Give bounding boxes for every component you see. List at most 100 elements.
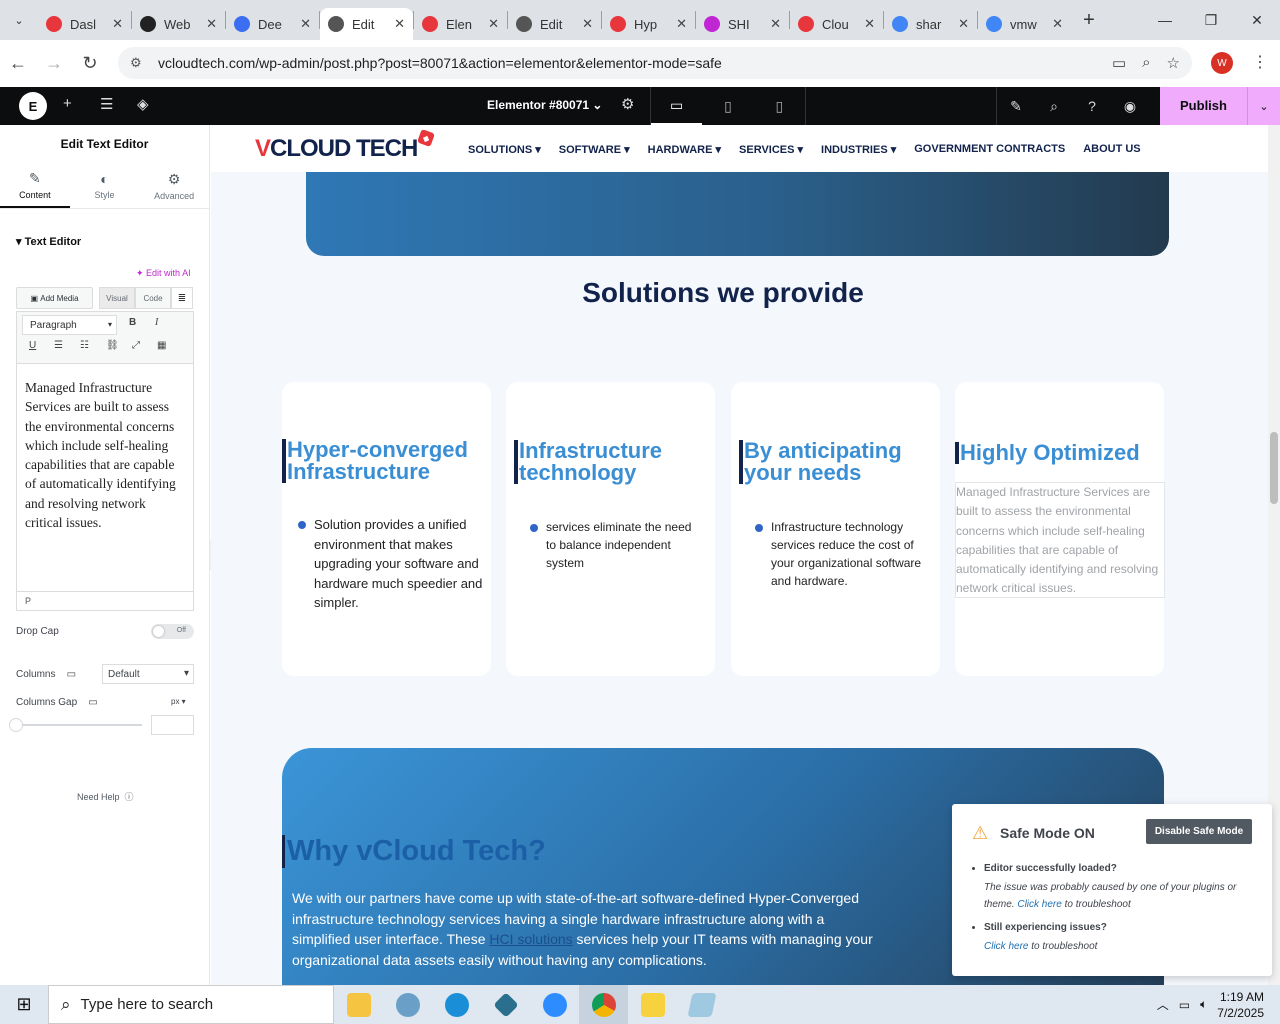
tab-search-button[interactable]: ⌄: [0, 0, 38, 40]
tab-close-icon[interactable]: ✕: [1052, 16, 1063, 32]
nav-industries[interactable]: INDUSTRIES ▾: [821, 143, 896, 156]
scrollbar-thumb[interactable]: [1270, 432, 1278, 504]
browser-tab[interactable]: SHI ✕: [696, 8, 789, 40]
troubleshoot-link[interactable]: Click here: [1017, 899, 1061, 910]
app-icon[interactable]: [677, 985, 726, 1024]
format-select[interactable]: Paragraph: [22, 315, 117, 335]
toolbar-more-icon[interactable]: ▦: [157, 340, 166, 351]
browser-tab[interactable]: Elen ✕: [414, 8, 507, 40]
browser-tab[interactable]: vmw ✕: [978, 8, 1071, 40]
app-icon[interactable]: [481, 985, 530, 1024]
document-title[interactable]: Elementor #80071 ⌄: [487, 98, 602, 112]
new-tab-button[interactable]: +: [1071, 9, 1107, 32]
browser-tab[interactable]: Edit ✕: [320, 8, 413, 40]
section-toggle-text-editor[interactable]: ▾ Text Editor: [16, 235, 81, 248]
page-settings-icon[interactable]: ⚙: [621, 95, 634, 113]
browser-tab[interactable]: Hyp ✕: [602, 8, 695, 40]
finder-search-icon[interactable]: ⌕: [1035, 87, 1073, 125]
start-button[interactable]: ⊞: [0, 985, 48, 1024]
tab-close-icon[interactable]: ✕: [958, 16, 969, 32]
zoom-icon[interactable]: [530, 985, 579, 1024]
add-element-icon[interactable]: +: [63, 95, 72, 112]
bookmark-star-icon[interactable]: ☆: [1167, 54, 1180, 72]
solution-card[interactable]: By anticipating your needs Infrastructur…: [731, 382, 940, 676]
underline-icon[interactable]: U: [29, 340, 36, 351]
tab-content[interactable]: ✎ Content: [0, 163, 70, 208]
nav-hardware[interactable]: HARDWARE ▾: [648, 143, 721, 156]
volume-icon[interactable]: 🔈︎: [1200, 997, 1207, 1012]
site-settings-icon[interactable]: ☰: [100, 95, 113, 113]
solution-card[interactable]: Highly Optimized Managed Infrastructure …: [955, 382, 1165, 676]
disable-safe-mode-button[interactable]: Disable Safe Mode: [1146, 819, 1252, 844]
hci-solutions-link[interactable]: HCI solutions: [489, 931, 572, 947]
selected-text-editor-widget[interactable]: Managed Infrastructure Services are buil…: [955, 482, 1165, 598]
tab-close-icon[interactable]: ✕: [770, 16, 781, 32]
tab-close-icon[interactable]: ✕: [206, 16, 217, 32]
cast-icon[interactable]: ▭: [1112, 54, 1126, 72]
help-icon[interactable]: ?: [1073, 87, 1111, 125]
unit-select[interactable]: px ▾: [171, 697, 186, 706]
need-help-link[interactable]: Need Help ⓘ: [77, 790, 134, 803]
restore-button[interactable]: ❐: [1188, 0, 1234, 40]
tab-close-icon[interactable]: ✕: [488, 16, 499, 32]
structure-icon[interactable]: ◈: [137, 95, 149, 113]
troubleshoot-link[interactable]: Click here: [984, 941, 1028, 952]
file-explorer-icon[interactable]: [334, 985, 383, 1024]
tab-close-icon[interactable]: ✕: [112, 16, 123, 32]
code-tab[interactable]: Code: [135, 287, 171, 309]
columns-select[interactable]: Default: [102, 664, 194, 684]
publish-button[interactable]: Publish: [1160, 87, 1248, 125]
elementor-logo-icon[interactable]: E: [19, 92, 47, 120]
url-bar[interactable]: ⚙ vcloudtech.com/wp-admin/post.php?post=…: [118, 47, 1192, 79]
taskbar-search[interactable]: ⌕ Type here to search: [48, 985, 334, 1024]
nav-services[interactable]: SERVICES ▾: [739, 143, 803, 156]
publish-options-chevron-icon[interactable]: ⌄: [1248, 100, 1280, 113]
forward-button[interactable]: →: [36, 53, 72, 74]
solution-card[interactable]: Hyper-converged Infrastructure Solution …: [282, 382, 491, 676]
bold-icon[interactable]: B: [129, 317, 136, 328]
tab-close-icon[interactable]: ✕: [394, 16, 405, 32]
edge-icon[interactable]: [432, 985, 481, 1024]
desktop-icon[interactable]: ▭: [651, 87, 703, 125]
drop-cap-toggle[interactable]: Off: [151, 624, 194, 639]
browser-menu-icon[interactable]: ⋮: [1252, 52, 1268, 72]
browser-tab[interactable]: Dee ✕: [226, 8, 319, 40]
bullet-list-icon[interactable]: ☰: [54, 340, 63, 351]
nav-software[interactable]: SOFTWARE ▾: [559, 143, 630, 156]
tab-close-icon[interactable]: ✕: [864, 16, 875, 32]
chrome-icon[interactable]: [579, 985, 628, 1024]
notes-icon[interactable]: ✎: [997, 87, 1035, 125]
mobile-icon[interactable]: ▯: [754, 87, 805, 125]
minimize-button[interactable]: —: [1142, 0, 1188, 40]
browser-tab[interactable]: Edit ✕: [508, 8, 601, 40]
edit-with-ai-button[interactable]: ✦ Edit with AI: [136, 268, 191, 279]
tab-close-icon[interactable]: ✕: [300, 16, 311, 32]
numbered-list-icon[interactable]: ☷: [80, 340, 89, 351]
tablet-icon[interactable]: ▯: [702, 87, 753, 125]
close-window-button[interactable]: ✕: [1234, 0, 1280, 40]
italic-icon[interactable]: I: [155, 317, 158, 328]
chevron-up-icon[interactable]: ︿: [1157, 996, 1169, 1013]
site-info-icon[interactable]: ⚙: [130, 55, 150, 71]
browser-tab[interactable]: Dasl ✕: [38, 8, 131, 40]
nav-about-us[interactable]: ABOUT US: [1083, 143, 1140, 156]
browser-tab[interactable]: shar ✕: [884, 8, 977, 40]
network-icon[interactable]: ▭: [1179, 998, 1190, 1012]
toolbar-toggle-icon[interactable]: ≣: [171, 287, 193, 309]
browser-tab[interactable]: Web ✕: [132, 8, 225, 40]
tab-style[interactable]: ◐ Style: [70, 163, 140, 208]
tab-close-icon[interactable]: ✕: [582, 16, 593, 32]
nav-solutions[interactable]: SOLUTIONS ▾: [468, 143, 541, 156]
fullscreen-icon[interactable]: ⤢: [132, 340, 140, 351]
back-button[interactable]: ←: [0, 53, 36, 74]
clock[interactable]: 1:19 AM 7/2/2025: [1217, 989, 1264, 1021]
link-icon[interactable]: ⛓: [106, 340, 119, 351]
tab-close-icon[interactable]: ✕: [676, 16, 687, 32]
visual-tab[interactable]: Visual: [99, 287, 135, 309]
site-logo[interactable]: VCLOUD TECH ◆: [255, 129, 436, 163]
preview-eye-icon[interactable]: ◉: [1111, 87, 1149, 125]
profile-avatar[interactable]: W: [1211, 52, 1233, 74]
app-icon[interactable]: [383, 985, 432, 1024]
tab-advanced[interactable]: ⚙ Advanced: [139, 163, 209, 208]
columns-gap-input[interactable]: [151, 715, 194, 735]
